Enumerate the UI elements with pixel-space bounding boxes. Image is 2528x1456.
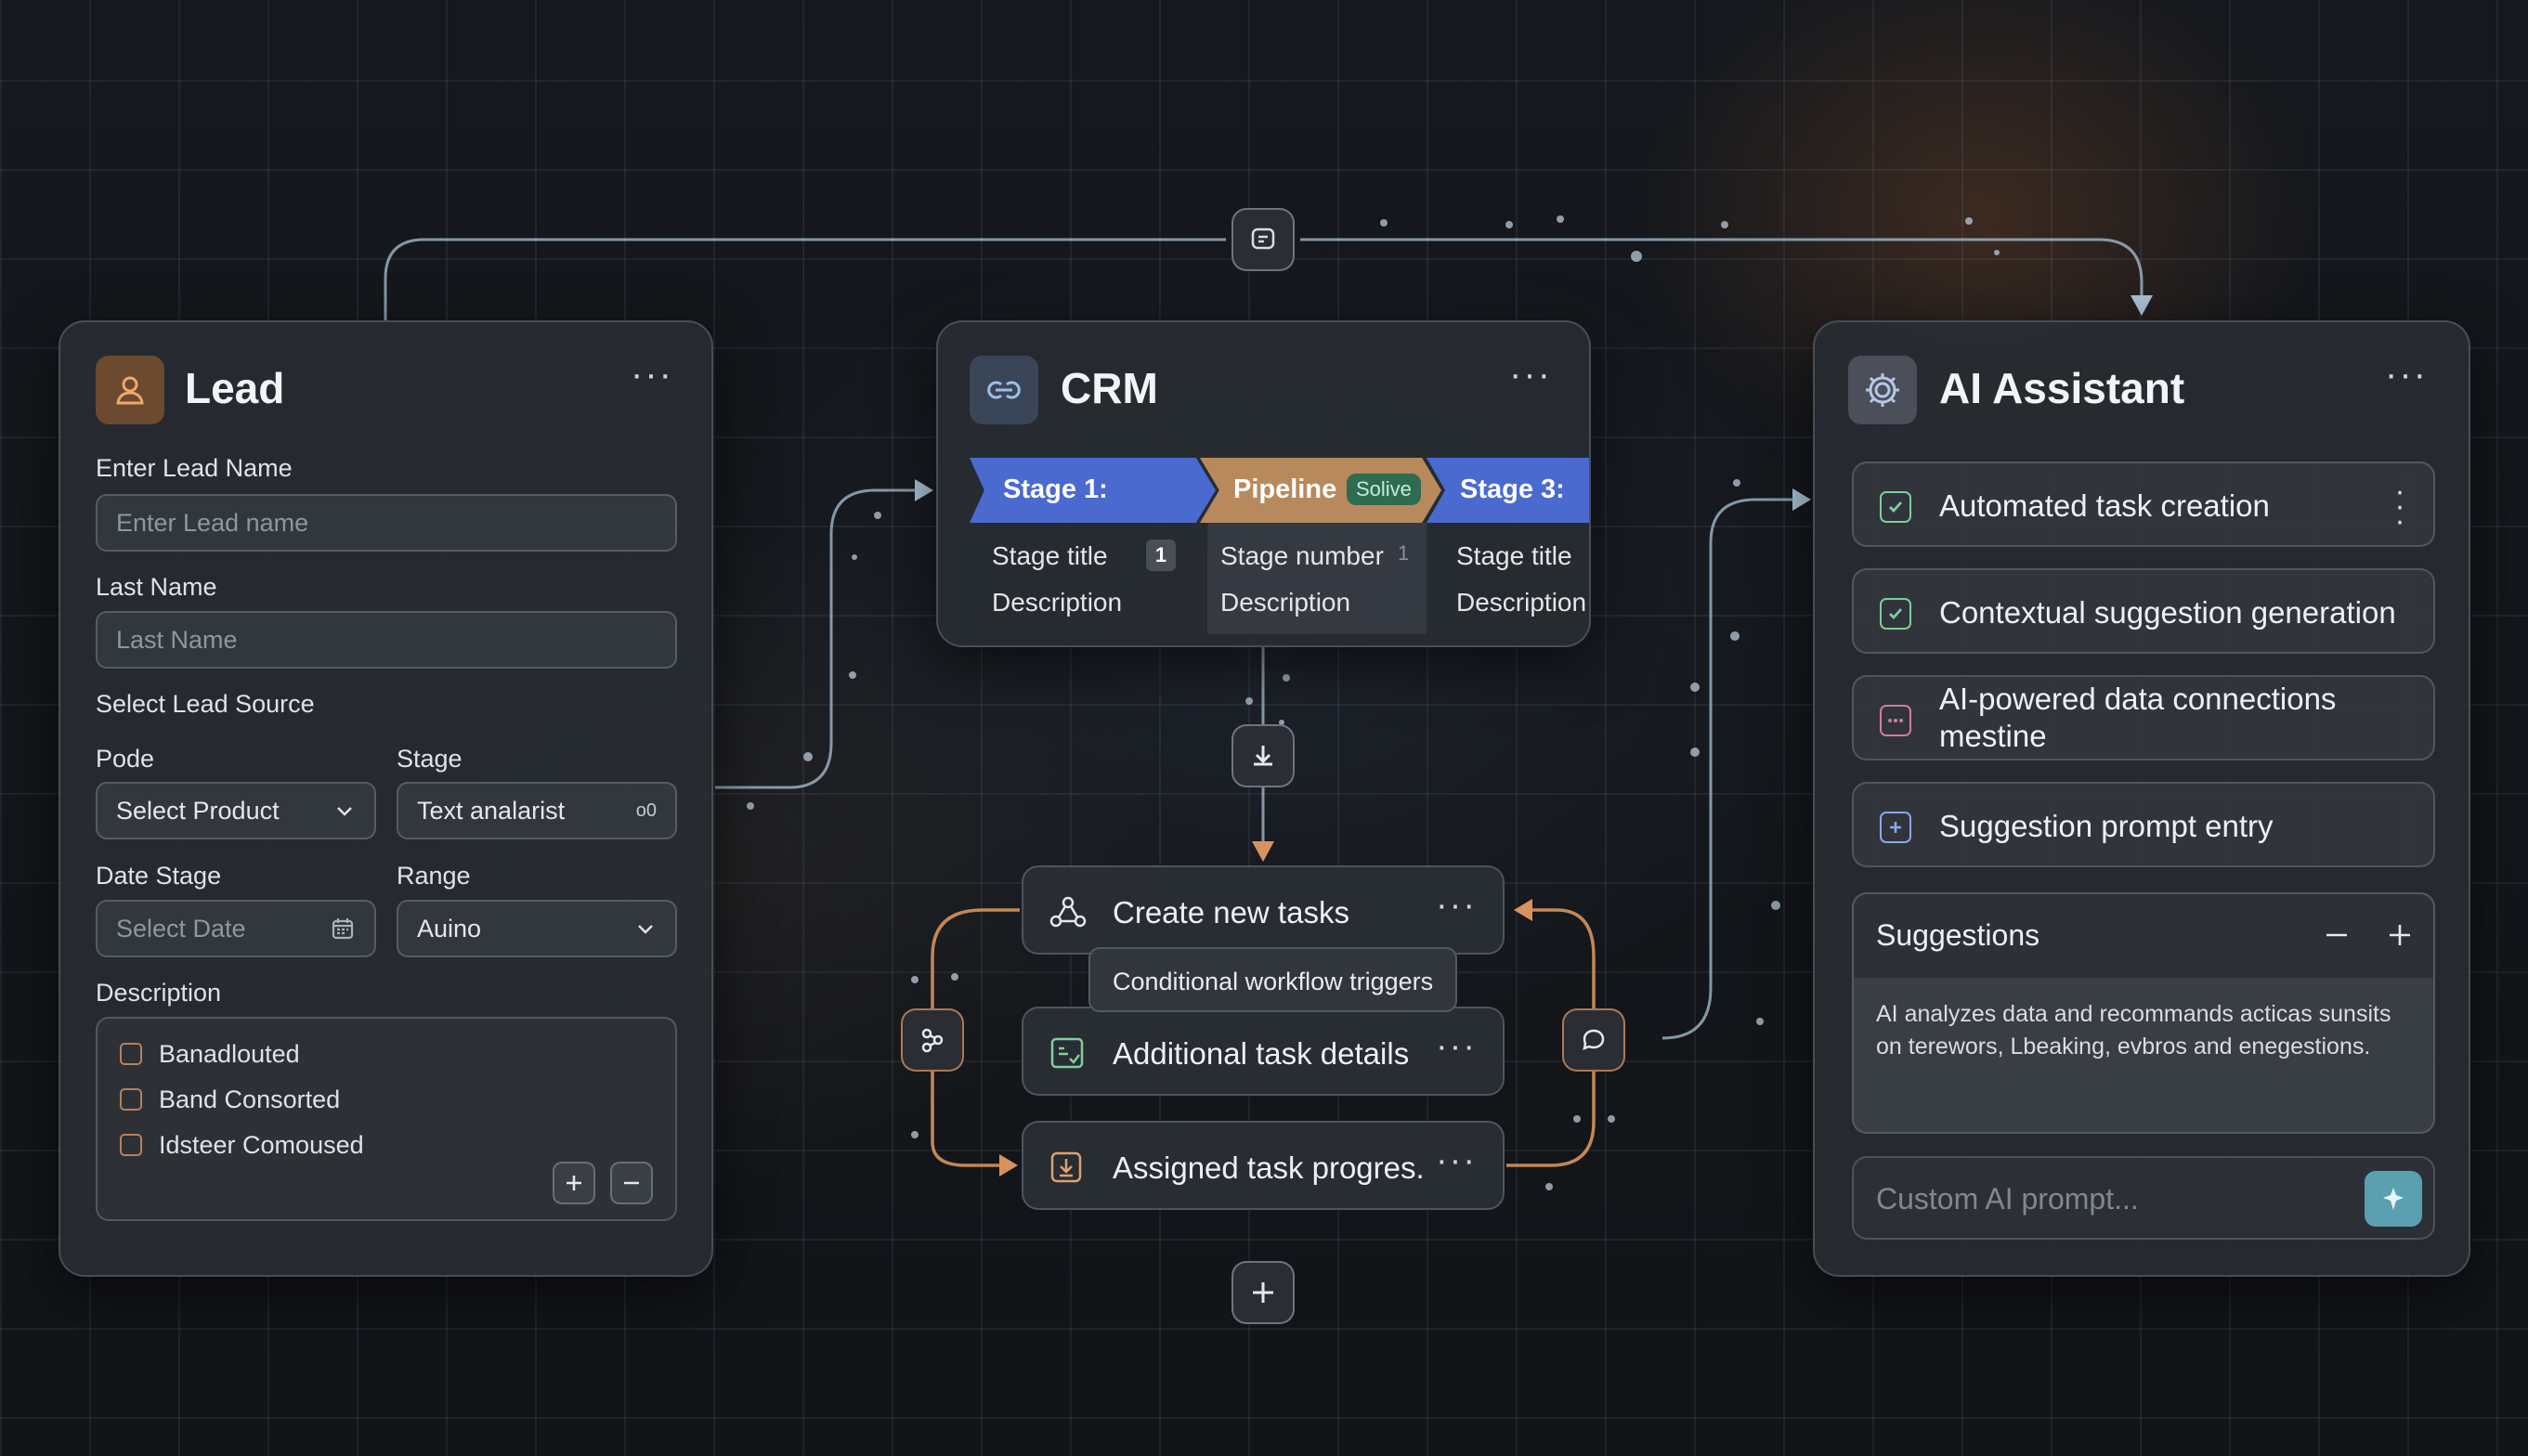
check-square-icon (1880, 491, 1911, 523)
add-step-button[interactable] (1231, 1261, 1295, 1324)
checkbox-row[interactable]: Banadlouted (98, 1037, 469, 1071)
lead-title: Lead (185, 364, 285, 412)
lead-avatar-tile (96, 356, 164, 424)
stage-1-chevron[interactable]: Stage 1: (970, 458, 1216, 523)
crm-more-menu[interactable]: ··· (1509, 356, 1552, 393)
ai-assistant-title: AI Assistant (1939, 364, 2185, 412)
anchor-download-icon (1254, 746, 1272, 766)
product-select[interactable]: Select Product (96, 782, 376, 839)
suggestions-card: Suggestions AI analyzes data and recomma… (1852, 892, 2435, 1134)
date-picker[interactable]: Select Date (96, 900, 376, 957)
checkbox[interactable] (120, 1134, 142, 1156)
task-assigned-progress[interactable]: Assigned task progres. ··· (1022, 1121, 1505, 1210)
ai-item-data-connections[interactable]: AI-powered data connections mestine (1852, 675, 2435, 760)
suggestions-text: AI analyzes data and recommands acticas … (1876, 1001, 2391, 1060)
stage-number-badge: 1 (1146, 540, 1176, 571)
custom-prompt-box (1852, 1156, 2435, 1240)
range-select[interactable]: Auino (397, 900, 677, 957)
stage-description-2: Description (1220, 588, 1351, 617)
checkbox-row[interactable]: Idsteer Comoused (98, 1128, 469, 1162)
ai-more-menu[interactable]: ··· (2385, 356, 2428, 393)
description-label: Description (96, 979, 222, 1007)
ai-assistant-panel: AI Assistant ··· Automated task creation… (1813, 320, 2470, 1277)
comment-node-button[interactable] (1562, 1008, 1625, 1072)
branch-icon (921, 1028, 944, 1053)
range-label: Range (397, 862, 471, 890)
minus-icon (624, 1181, 639, 1185)
check-square-icon (1880, 598, 1911, 630)
plus-icon (2390, 925, 2410, 945)
crm-icon-tile (970, 356, 1038, 424)
add-item-button[interactable] (553, 1162, 595, 1204)
sync-node-button[interactable] (1231, 208, 1295, 271)
chat-bubble-icon (1251, 228, 1275, 250)
date-stage-label: Date Stage (96, 862, 222, 890)
send-prompt-button[interactable] (2365, 1171, 2422, 1227)
checkbox-row[interactable]: Band Consorted (98, 1083, 469, 1116)
user-icon (116, 376, 144, 405)
last-name-input[interactable] (96, 611, 677, 669)
download-node-button[interactable] (1231, 724, 1295, 787)
plus-square-icon (1880, 812, 1911, 843)
task-more-menu[interactable]: ··· (1436, 1143, 1477, 1178)
chevron-down-icon (638, 925, 653, 934)
pipeline-status-badge: Solive (1347, 474, 1421, 505)
pode-label: Pode (96, 745, 155, 773)
pipeline-chevron[interactable]: Pipeline Solive (1200, 458, 1441, 523)
plus-icon (1253, 1282, 1273, 1303)
plus-icon (567, 1176, 581, 1190)
lead-more-menu[interactable]: ··· (631, 356, 673, 393)
custom-prompt-input[interactable] (1874, 1175, 2342, 1223)
task-list-icon (1050, 1037, 1084, 1069)
checkbox[interactable] (120, 1088, 142, 1111)
item-kebab-menu[interactable]: · · · (2394, 475, 2405, 537)
expand-button[interactable] (2381, 916, 2418, 954)
lead-name-label: Enter Lead Name (96, 454, 293, 482)
minus-icon (2326, 933, 2347, 937)
calendar-icon (332, 918, 354, 940)
task-more-menu[interactable]: ··· (1436, 1029, 1477, 1064)
collapse-button[interactable] (2318, 916, 2355, 954)
stage-title-3: Stage title (1456, 541, 1572, 570)
task-create-new[interactable]: Create new tasks ··· (1022, 865, 1505, 955)
workflow-nodes-icon (1049, 896, 1087, 928)
stage-description-3: Description (1456, 588, 1587, 617)
task-more-menu[interactable]: ··· (1436, 888, 1477, 923)
ai-item-contextual-suggestion[interactable]: Contextual suggestion generation (1852, 568, 2435, 654)
workflow-triggers-tooltip: Conditional workflow triggers (1088, 947, 1458, 1012)
branch-node-button[interactable] (901, 1008, 964, 1072)
more-square-icon (1880, 705, 1911, 736)
task-additional-details[interactable]: Additional task details ··· (1022, 1007, 1505, 1096)
last-name-label: Last Name (96, 573, 217, 601)
suggestions-title: Suggestions (1876, 918, 2040, 952)
ai-item-prompt-entry[interactable]: Suggestion prompt entry (1852, 782, 2435, 867)
stage-label: Stage (397, 745, 463, 773)
lead-source-label: Select Lead Source (96, 690, 315, 718)
stage-number-2: Stage number (1220, 541, 1384, 570)
stage-col-2-bg (1207, 523, 1427, 634)
lead-panel: Lead ··· Enter Lead Name Last Name Selec… (59, 320, 713, 1277)
progress-download-icon (1050, 1151, 1082, 1183)
crm-panel: CRM ··· Stage 1: Pipeline Solive Stage 3… (936, 320, 1591, 647)
stage-suffix: o0 (635, 800, 657, 821)
remove-item-button[interactable] (610, 1162, 653, 1204)
stage-input[interactable]: Text analarist o0 (397, 782, 677, 839)
stage-title-1: Stage title (992, 541, 1108, 570)
ai-icon-tile (1848, 356, 1917, 424)
gear-icon (1866, 373, 1899, 407)
crm-title: CRM (1061, 364, 1158, 412)
lead-name-input[interactable] (96, 494, 677, 552)
chevron-down-icon (337, 807, 352, 816)
stage-number-badge-2: 1 (1398, 541, 1410, 565)
stage-description-1: Description (992, 588, 1123, 617)
sparkle-send-icon (2383, 1188, 2404, 1210)
speech-bubble-icon (1583, 1029, 1605, 1051)
link-loop-icon (987, 381, 1021, 399)
stage-3-chevron[interactable]: Stage 3: (1427, 458, 1589, 523)
description-box: Banadlouted Band Consorted Idsteer Comou… (96, 1017, 677, 1221)
ai-item-automated-task[interactable]: Automated task creation · · · (1852, 462, 2435, 547)
checkbox[interactable] (120, 1043, 142, 1065)
